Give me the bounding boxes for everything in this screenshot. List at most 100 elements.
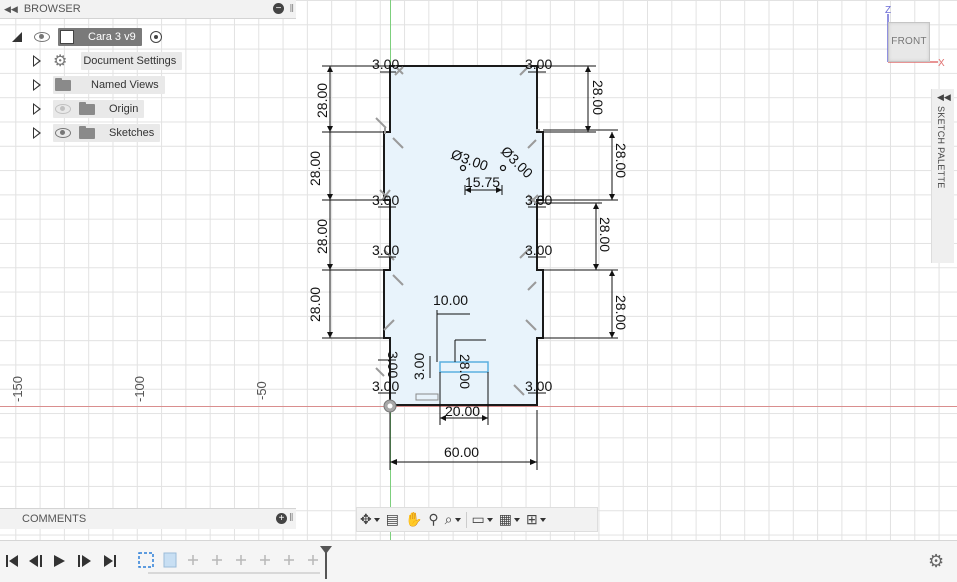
sketch-palette-label: SKETCH PALETTE	[936, 106, 946, 189]
chevron-down-icon[interactable]	[486, 517, 493, 522]
orbit-icon: ✥	[360, 511, 372, 527]
viewports-icon: ⊞	[525, 511, 538, 527]
timeline-bar	[0, 540, 957, 582]
timeline-marker-handle[interactable]	[318, 544, 334, 580]
display-icon: ▭	[471, 511, 485, 527]
expand-triangle-icon[interactable]	[33, 55, 41, 67]
comments-title: COMMENTS	[22, 513, 87, 525]
browser-title: BROWSER	[23, 3, 81, 15]
dim-three-right-3[interactable]: 3.00	[525, 242, 552, 258]
component-node[interactable]: Cara 3 v9	[58, 28, 142, 46]
dim-slot-vertical[interactable]: 28.00	[457, 354, 473, 389]
comments-panel[interactable]: COMMENTS + ‖	[0, 508, 296, 529]
expand-triangle-icon[interactable]	[33, 127, 41, 139]
dim-three-left-4[interactable]: 3.00	[372, 378, 399, 394]
dim-three-right-4[interactable]: 3.00	[525, 378, 552, 394]
dim-slot-height-a[interactable]: 3.00	[385, 351, 401, 378]
play-button[interactable]	[54, 555, 65, 567]
visibility-eye-icon[interactable]	[34, 32, 50, 42]
dim-right-28-a[interactable]: 28.00	[590, 80, 606, 115]
sketch-feature-icon[interactable]	[138, 552, 154, 568]
dim-three-right-1[interactable]: 3.00	[525, 56, 552, 72]
timeline-markers	[188, 555, 318, 565]
sketches-node[interactable]: Sketches	[53, 124, 161, 142]
expand-triangle-icon[interactable]	[33, 103, 41, 115]
tree-root-row[interactable]: Cara 3 v9	[12, 27, 162, 47]
axis-x-label: X	[938, 58, 945, 69]
component-label: Cara 3 v9	[88, 31, 136, 43]
hidden-eye-icon[interactable]	[55, 104, 71, 114]
viewports-button[interactable]: ⊞	[526, 511, 546, 529]
dim-three-right-2[interactable]: 3.00	[525, 192, 552, 208]
dim-left-28-d[interactable]: 28.00	[307, 287, 323, 322]
collapse-arrows-icon[interactable]: ◀◀	[4, 4, 18, 15]
dim-right-28-b[interactable]: 28.00	[613, 143, 629, 178]
grid-icon: ▦	[498, 511, 512, 527]
expand-arrows-icon[interactable]: ◀◀	[937, 92, 951, 103]
body-feature-icon[interactable]	[163, 552, 177, 568]
dim-three-left-3[interactable]: 3.00	[372, 242, 399, 258]
ruler-label-neg100: -100	[132, 376, 147, 402]
toolbar-divider	[465, 511, 467, 528]
browser-header[interactable]: ◀◀ BROWSER − ‖	[0, 0, 296, 19]
dim-overall-width[interactable]: 60.00	[444, 444, 479, 460]
hand-icon: ✋	[404, 511, 423, 527]
chevron-down-icon[interactable]	[373, 517, 380, 522]
timeline-settings-gear-icon[interactable]: ⚙	[928, 551, 944, 572]
viewcube[interactable]: FRONT	[888, 22, 930, 62]
visibility-eye-icon[interactable]	[55, 128, 71, 138]
grid-settings-button[interactable]: ▦	[499, 511, 520, 529]
folder-icon	[79, 101, 95, 115]
dim-left-28-b[interactable]: 28.00	[307, 151, 323, 186]
ruler-label-neg150: -150	[10, 376, 25, 402]
fit-button[interactable]: ⌕	[445, 511, 461, 529]
sketch-palette-tab[interactable]: ◀◀ SKETCH PALETTE	[931, 89, 954, 263]
step-forward-button[interactable]	[78, 555, 91, 567]
axis-z-label: Z	[885, 5, 891, 16]
step-back-button[interactable]	[29, 555, 42, 567]
dim-slot-height-b[interactable]: 3.00	[411, 353, 427, 380]
add-comment-icon[interactable]: +	[276, 513, 287, 524]
chevron-down-icon[interactable]	[539, 517, 546, 522]
expand-triangle-icon[interactable]	[33, 79, 41, 91]
go-to-end-button[interactable]	[104, 555, 116, 567]
origin-label: Origin	[109, 103, 139, 115]
document-settings-node[interactable]: Document Settings	[81, 52, 183, 70]
go-to-start-button[interactable]	[6, 555, 18, 567]
minimize-icon[interactable]: −	[273, 3, 284, 14]
dim-slot-offset[interactable]: 10.00	[433, 292, 468, 308]
chevron-down-icon[interactable]	[513, 517, 520, 522]
named-views-label: Named Views	[91, 79, 159, 91]
tree-row-sketches[interactable]: Sketches	[33, 123, 161, 143]
dim-left-28-a[interactable]: 28.00	[314, 83, 330, 118]
navigation-toolbar: ✥ ▤ ✋ ⚲ ⌕ ▭ ▦ ⊞	[356, 507, 598, 532]
component-icon	[60, 30, 74, 44]
origin-node[interactable]: Origin	[53, 100, 145, 118]
dim-right-28-c[interactable]: 28.00	[597, 217, 613, 252]
document-settings-label: Document Settings	[83, 55, 177, 67]
dim-slot-width[interactable]: 20.00	[445, 403, 480, 419]
orbit-button[interactable]: ✥	[360, 511, 380, 529]
pan-button[interactable]: ✋	[405, 511, 422, 529]
dim-right-28-d[interactable]: 28.00	[613, 295, 629, 330]
timeline-track[interactable]	[136, 549, 336, 579]
look-at-icon: ▤	[385, 511, 399, 527]
look-at-button[interactable]: ▤	[386, 511, 399, 529]
activate-radio-icon[interactable]	[149, 31, 162, 43]
tree-row-document-settings[interactable]: ⚙ Document Settings	[33, 51, 183, 71]
panel-grip-icon[interactable]: ‖	[289, 3, 294, 15]
named-views-node[interactable]: Named Views	[53, 76, 165, 94]
zoom-button[interactable]: ⚲	[428, 511, 438, 529]
tree-row-named-views[interactable]: Named Views	[33, 75, 165, 95]
dim-three-left-2[interactable]: 3.00	[372, 192, 399, 208]
tree-row-origin[interactable]: Origin	[33, 99, 145, 119]
dim-left-28-c[interactable]: 28.00	[314, 219, 330, 254]
panel-grip-icon[interactable]: ‖	[289, 512, 294, 524]
viewcube-face-label[interactable]: FRONT	[889, 23, 929, 61]
folder-icon	[55, 77, 71, 91]
chevron-down-icon[interactable]	[454, 517, 461, 522]
display-settings-button[interactable]: ▭	[472, 511, 493, 529]
collapse-triangle-icon[interactable]	[12, 32, 22, 42]
ruler-label-neg50: -50	[254, 381, 269, 400]
dim-three-left-1[interactable]: 3.00	[372, 56, 399, 72]
